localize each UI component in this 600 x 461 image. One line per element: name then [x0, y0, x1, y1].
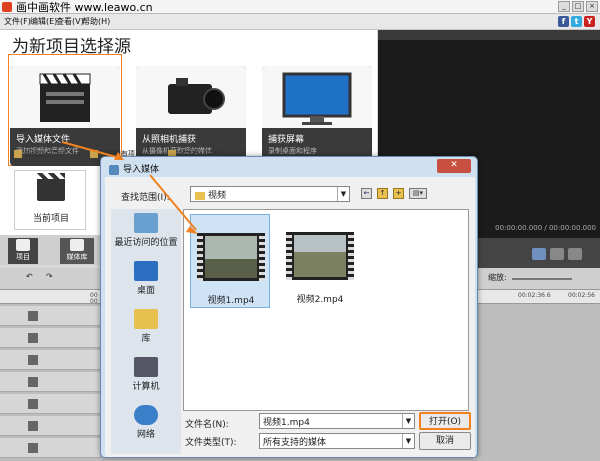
- clapperboard-icon: [10, 66, 120, 128]
- track-text[interactable]: [0, 394, 100, 414]
- clapperboard-icon: [37, 173, 65, 201]
- capture-camera-title: 从照相机捕获: [142, 135, 197, 145]
- chevron-down-icon: ▼: [337, 187, 349, 201]
- menu-edit[interactable]: 编辑(E): [30, 16, 57, 27]
- preview-top-bar: [378, 30, 600, 40]
- undo-icon[interactable]: ↶: [26, 272, 33, 281]
- dialog-app-icon: [109, 164, 119, 175]
- filetype-dropdown[interactable]: 所有支持的媒体 ▼: [259, 433, 415, 449]
- overlay-track-icon: [28, 355, 38, 365]
- view-menu-icon[interactable]: ▤▾: [409, 188, 427, 199]
- folder-icon: [90, 150, 98, 158]
- current-project-label: 当前项目: [32, 214, 69, 224]
- nav-project-button[interactable]: 项目: [8, 238, 38, 264]
- up-folder-icon[interactable]: ↑: [377, 188, 388, 199]
- open-button[interactable]: 打开(O): [419, 412, 471, 430]
- clapperboard-icon: [16, 239, 30, 251]
- look-in-label: 查找范围(I):: [121, 193, 170, 203]
- recent-places-icon: [134, 213, 158, 233]
- current-project-card[interactable]: 当前项目: [14, 170, 86, 230]
- file-item-1[interactable]: 视频1.mp4: [190, 214, 270, 308]
- dialog-close-button[interactable]: ✕: [437, 159, 471, 173]
- file-name: 视频1.mp4: [207, 296, 255, 306]
- track-video[interactable]: [0, 306, 100, 326]
- track-overlay[interactable]: [0, 350, 100, 370]
- twitter-icon[interactable]: t: [571, 16, 582, 27]
- file-list: 视频1.mp4 视频2.mp4: [183, 209, 469, 411]
- menu-bar: 文件(F) 编辑(E) 查看(V) 帮助(H) f t Y: [0, 14, 600, 30]
- computer-icon: [134, 357, 158, 377]
- look-in-dropdown[interactable]: 视频 ▼: [190, 186, 350, 202]
- new-project-action[interactable]: 创建空白项目: [14, 149, 66, 159]
- zoom-label: 缩放:: [488, 273, 507, 282]
- file-item-2[interactable]: 视频2.mp4: [280, 214, 360, 308]
- back-icon[interactable]: ←: [361, 188, 372, 199]
- monitor-icon: [262, 66, 372, 128]
- video-thumbnail: [286, 232, 354, 280]
- chevron-down-icon: ▼: [402, 414, 414, 428]
- nav-library-button[interactable]: 媒体库: [60, 238, 94, 264]
- new-file-icon: [14, 150, 22, 158]
- snapshot-icon[interactable]: [550, 248, 564, 260]
- filename-label: 文件名(N):: [185, 420, 229, 430]
- places-bar: 最近访问的位置 桌面 库 计算机 网络: [111, 209, 181, 454]
- maximize-button[interactable]: □: [572, 1, 584, 12]
- track-audio[interactable]: [0, 328, 100, 348]
- menu-help[interactable]: 帮助(H): [82, 16, 110, 27]
- ruler-tick: 00:02:56: [568, 292, 595, 299]
- redo-icon[interactable]: ↷: [46, 272, 53, 281]
- track-music[interactable]: [0, 438, 100, 458]
- folder-icon: [195, 191, 205, 200]
- ruler-tick: 00: [90, 298, 98, 305]
- camcorder-icon: [136, 66, 246, 128]
- place-recent[interactable]: 最近访问的位置: [111, 213, 181, 248]
- clapper-track-icon: [28, 311, 38, 321]
- title-bar: 画中画软件 www.leawo.cn _ □ ×: [0, 0, 600, 14]
- dialog-body: 查找范围(I): 视频 ▼ ← ↑ + ▤▾ 最近访问的位置 桌面 库 计算机: [105, 177, 475, 457]
- text-track-icon: [28, 399, 38, 409]
- minimize-button[interactable]: _: [558, 1, 570, 12]
- pip-track-icon: [28, 377, 38, 387]
- filename-input[interactable]: 视频1.mp4 ▼: [259, 413, 415, 429]
- library-icon: [134, 309, 158, 329]
- track-voice[interactable]: [0, 416, 100, 436]
- dialog-title: 导入媒体: [109, 162, 159, 175]
- file-name: 视频2.mp4: [296, 295, 344, 305]
- import-media-dialog: 导入媒体 ✕ 查找范围(I): 视频 ▼ ← ↑ + ▤▾ 最近访问的位置 桌面…: [100, 156, 478, 458]
- network-icon: [134, 405, 158, 425]
- timecode: 00:00:00.000 / 00:00:00.000: [495, 224, 596, 232]
- cancel-button[interactable]: 取消: [419, 432, 471, 450]
- youtube-icon[interactable]: Y: [584, 16, 595, 27]
- track-pip[interactable]: [0, 372, 100, 392]
- close-button[interactable]: ×: [586, 1, 598, 12]
- zoom-slider[interactable]: [512, 278, 572, 280]
- ruler-tick: 00:02:36.6: [518, 292, 551, 299]
- window-title: 画中画软件 www.leawo.cn: [16, 1, 153, 14]
- menu-view[interactable]: 查看(V): [56, 16, 84, 27]
- capture-screen-title: 捕获屏幕: [268, 135, 305, 145]
- menu-file[interactable]: 文件(F): [4, 16, 31, 27]
- music-track-icon: [28, 443, 38, 453]
- preview-mode-icon[interactable]: [532, 248, 546, 260]
- place-desktop[interactable]: 桌面: [111, 261, 181, 296]
- audio-track-icon: [28, 333, 38, 343]
- place-library[interactable]: 库: [111, 309, 181, 344]
- place-computer[interactable]: 计算机: [111, 357, 181, 392]
- place-network[interactable]: 网络: [111, 405, 181, 440]
- app-icon: [2, 2, 12, 12]
- video-thumbnail: [197, 233, 265, 281]
- chevron-down-icon: ▼: [402, 434, 414, 448]
- facebook-icon[interactable]: f: [558, 16, 569, 27]
- volume-icon[interactable]: [568, 248, 582, 260]
- voice-track-icon: [28, 421, 38, 431]
- desktop-icon: [134, 261, 158, 281]
- filetype-label: 文件类型(T):: [185, 438, 237, 448]
- import-media-title: 导入媒体文件: [16, 135, 71, 145]
- new-folder-icon[interactable]: +: [393, 188, 404, 199]
- film-icon: [70, 239, 84, 251]
